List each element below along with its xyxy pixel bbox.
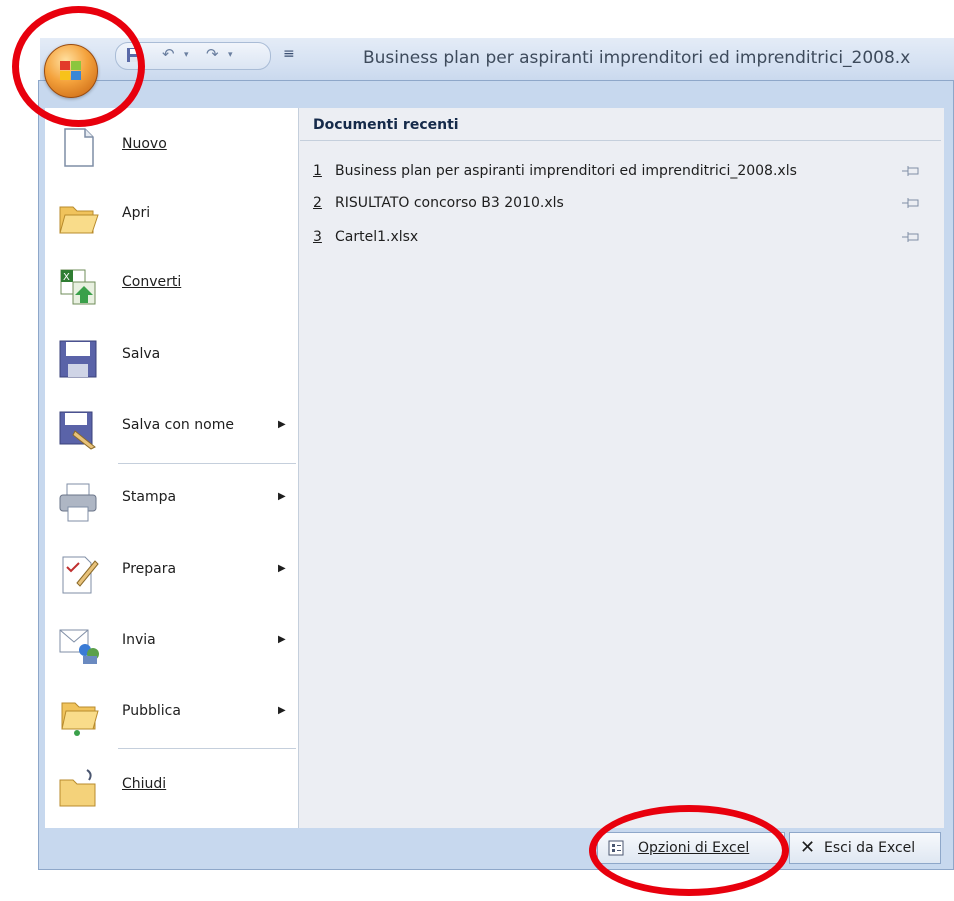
save-icon	[59, 340, 97, 378]
recent-number: 2	[313, 195, 322, 211]
svg-text:X: X	[63, 272, 70, 283]
menu-item-label: Nuovo	[122, 136, 167, 152]
customize-qat-icon[interactable]: ≡	[283, 46, 295, 62]
menu-separator	[118, 463, 296, 464]
menu-item-save[interactable]: Salva	[45, 326, 298, 388]
exit-excel-button[interactable]: ✕ Esci da Excel	[789, 832, 941, 864]
recent-document-item[interactable]: 1 Business plan per aspiranti imprendito…	[303, 159, 943, 185]
window-title: Business plan per aspiranti imprenditori…	[363, 48, 911, 68]
menu-item-label: Converti	[122, 274, 182, 290]
menu-item-label: Salva	[122, 346, 161, 362]
annotation-circle-options	[589, 805, 789, 896]
menu-item-label: Pubblica	[122, 703, 181, 719]
new-document-icon	[64, 128, 94, 167]
menu-item-label: Invia	[122, 632, 156, 648]
pin-icon[interactable]	[901, 196, 921, 210]
recent-number: 3	[313, 229, 322, 245]
recent-document-item[interactable]: 2 RISULTATO concorso B3 2010.xls	[303, 191, 943, 217]
menu-item-open[interactable]: Apri	[45, 185, 298, 247]
undo-icon[interactable]: ↶	[162, 45, 175, 63]
menu-item-label: Salva con nome	[122, 417, 234, 433]
redo-icon[interactable]: ↷	[206, 45, 219, 63]
recent-number: 1	[313, 163, 322, 179]
menu-item-label: Apri	[122, 205, 151, 221]
menu-separator	[118, 748, 296, 749]
submenu-arrow-icon: ▶	[278, 563, 286, 574]
close-icon: ✕	[800, 837, 816, 858]
pin-icon[interactable]	[901, 164, 921, 178]
menu-item-label: Stampa	[122, 489, 177, 505]
recent-document-item[interactable]: 3 Cartel1.xlsx	[303, 225, 943, 251]
menu-item-label: Chiudi	[122, 776, 167, 792]
recent-filename: Cartel1.xlsx	[335, 229, 419, 245]
send-icon	[59, 629, 99, 664]
menu-item-send[interactable]: Invia ▶	[45, 612, 298, 674]
prepare-icon	[62, 556, 99, 594]
menu-item-publish[interactable]: Pubblica ▶	[45, 683, 298, 745]
annotation-circle-office-button	[12, 6, 145, 127]
pin-icon[interactable]	[901, 230, 921, 244]
exit-excel-label: Esci da Excel	[824, 840, 916, 856]
submenu-arrow-icon: ▶	[278, 705, 286, 716]
close-folder-icon	[59, 769, 96, 807]
submenu-arrow-icon: ▶	[278, 491, 286, 502]
menu-item-label: Prepara	[122, 561, 177, 577]
save-as-icon	[59, 411, 96, 450]
menu-item-close[interactable]: Chiudi	[45, 756, 298, 818]
recent-documents-header: Documenti recenti	[313, 117, 459, 133]
menu-item-convert[interactable]: X Converti	[45, 254, 298, 316]
menu-item-prepare[interactable]: Prepara ▶	[45, 541, 298, 603]
open-folder-icon	[59, 206, 99, 234]
submenu-arrow-icon: ▶	[278, 419, 286, 430]
redo-dropdown-icon[interactable]: ▾	[228, 50, 233, 60]
convert-icon: X	[60, 269, 96, 305]
menu-item-print[interactable]: Stampa ▶	[45, 469, 298, 531]
publish-icon	[61, 702, 99, 736]
recent-header-divider	[300, 140, 941, 141]
recent-filename: RISULTATO concorso B3 2010.xls	[335, 195, 564, 211]
recent-filename: Business plan per aspiranti imprenditori…	[335, 163, 797, 179]
print-icon	[59, 483, 97, 522]
submenu-arrow-icon: ▶	[278, 634, 286, 645]
menu-item-save-as[interactable]: Salva con nome ▶	[45, 397, 298, 459]
undo-dropdown-icon[interactable]: ▾	[184, 50, 189, 60]
